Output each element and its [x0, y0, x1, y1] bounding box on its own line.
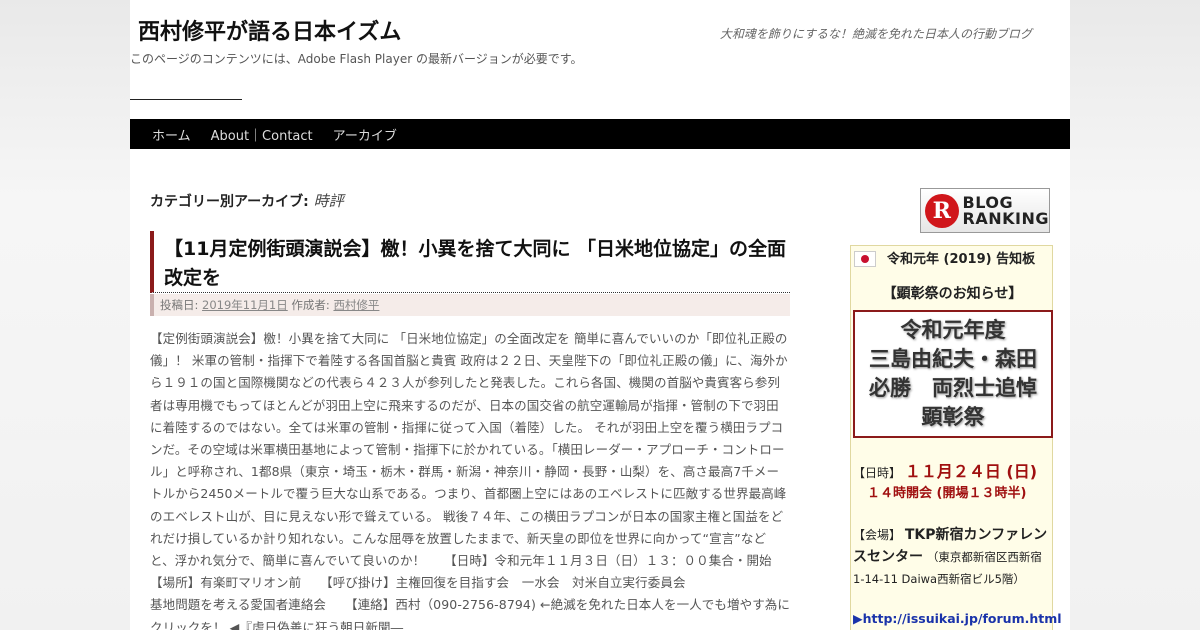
ranking-line2: RANKING [962, 208, 1049, 228]
blog-ranking-banner[interactable]: R BLOG RANKING [920, 188, 1050, 233]
event-time: １４時開会 (開場１３時半) [867, 486, 1027, 501]
event-date-value: １１月２４日 (日) [904, 462, 1038, 481]
post-meta: 投稿日: 2019年11月1日 作成者: 西村修平 [150, 294, 790, 316]
archive-category: 時評 [313, 192, 344, 210]
post-date-link[interactable]: 2019年11月1日 [202, 298, 288, 312]
site-description: 大和魂を飾りにするな！絶滅を免れた日本人の行動ブログ [719, 27, 1032, 41]
headline-line: 顕彰祭 [921, 405, 985, 429]
notice-subtitle: 【顕彰祭のお知らせ】 [882, 286, 1023, 302]
main-nav: ホーム About｜Contact アーカイブ [130, 119, 1070, 149]
archive-heading: カテゴリー別アーカイブ: 時評 [150, 190, 344, 211]
play-arrow-icon: ▶ [853, 611, 863, 626]
nav-item-home[interactable]: ホーム [142, 125, 201, 144]
event-date: 【日時】 １１月２４日 (日) [853, 458, 1037, 482]
post-body: 【定例街頭演説会】檄！小異を捨て大同に 「日米地位協定」の全面改定を 簡単に喜ん… [150, 331, 797, 630]
notice-board: 令和元年 (2019) 告知板 【顕彰祭のお知らせ】 令和元年度 三島由紀夫・森… [850, 245, 1062, 630]
headline-line: 令和元年度 [900, 318, 1006, 342]
japan-flag-icon [854, 251, 876, 267]
archive-label: カテゴリー別アーカイブ: [150, 194, 309, 210]
post-date-label: 投稿日: [160, 298, 199, 312]
flash-player-notice: このページのコンテンツには、Adobe Flash Player の最新バージョ… [130, 52, 583, 66]
event-date-label: 【日時】 [853, 466, 902, 480]
forum-link-text[interactable]: http://issuikai.jp/forum.html [863, 611, 1062, 626]
post-title[interactable]: 【11月定例街頭演説会】檄！小異を捨て大同に 「日米地位協定」の全面改定を [164, 235, 790, 293]
event-headline-box: 令和元年度 三島由紀夫・森田 必勝 両烈士追悼 顕彰祭 [853, 310, 1053, 438]
page-container: 西村修平が語る日本イズム 大和魂を飾りにするな！絶滅を免れた日本人の行動ブログ … [130, 0, 1070, 630]
post-title-box: 【11月定例街頭演説会】檄！小異を捨て大同に 「日米地位協定」の全面改定を [150, 231, 790, 293]
event-venue: 【会場】 TKP新宿カンファレンスセンター （東京都新宿区西新宿1-14-11 … [853, 524, 1053, 590]
nav-item-archive[interactable]: アーカイブ [323, 125, 407, 144]
notice-title: 令和元年 (2019) 告知板 [887, 252, 1036, 267]
forum-link[interactable]: ▶http://issuikai.jp/forum.html [853, 611, 1062, 626]
ranking-logo-icon: R [925, 193, 959, 228]
notice-header: 令和元年 (2019) 告知板 [851, 246, 1054, 274]
nav-item-about-contact[interactable]: About｜Contact [201, 125, 323, 144]
headline-line: 必勝 両烈士追悼 [869, 376, 1037, 400]
headline-line: 三島由紀夫・森田 [869, 347, 1037, 371]
venue-label: 【会場】 [853, 528, 902, 542]
site-title[interactable]: 西村修平が語る日本イズム [138, 14, 401, 46]
post-author-label: 作成者: [291, 298, 330, 312]
header-divider [130, 99, 242, 100]
post-author-link[interactable]: 西村修平 [333, 298, 379, 312]
ranking-text: BLOG RANKING [962, 194, 1049, 228]
